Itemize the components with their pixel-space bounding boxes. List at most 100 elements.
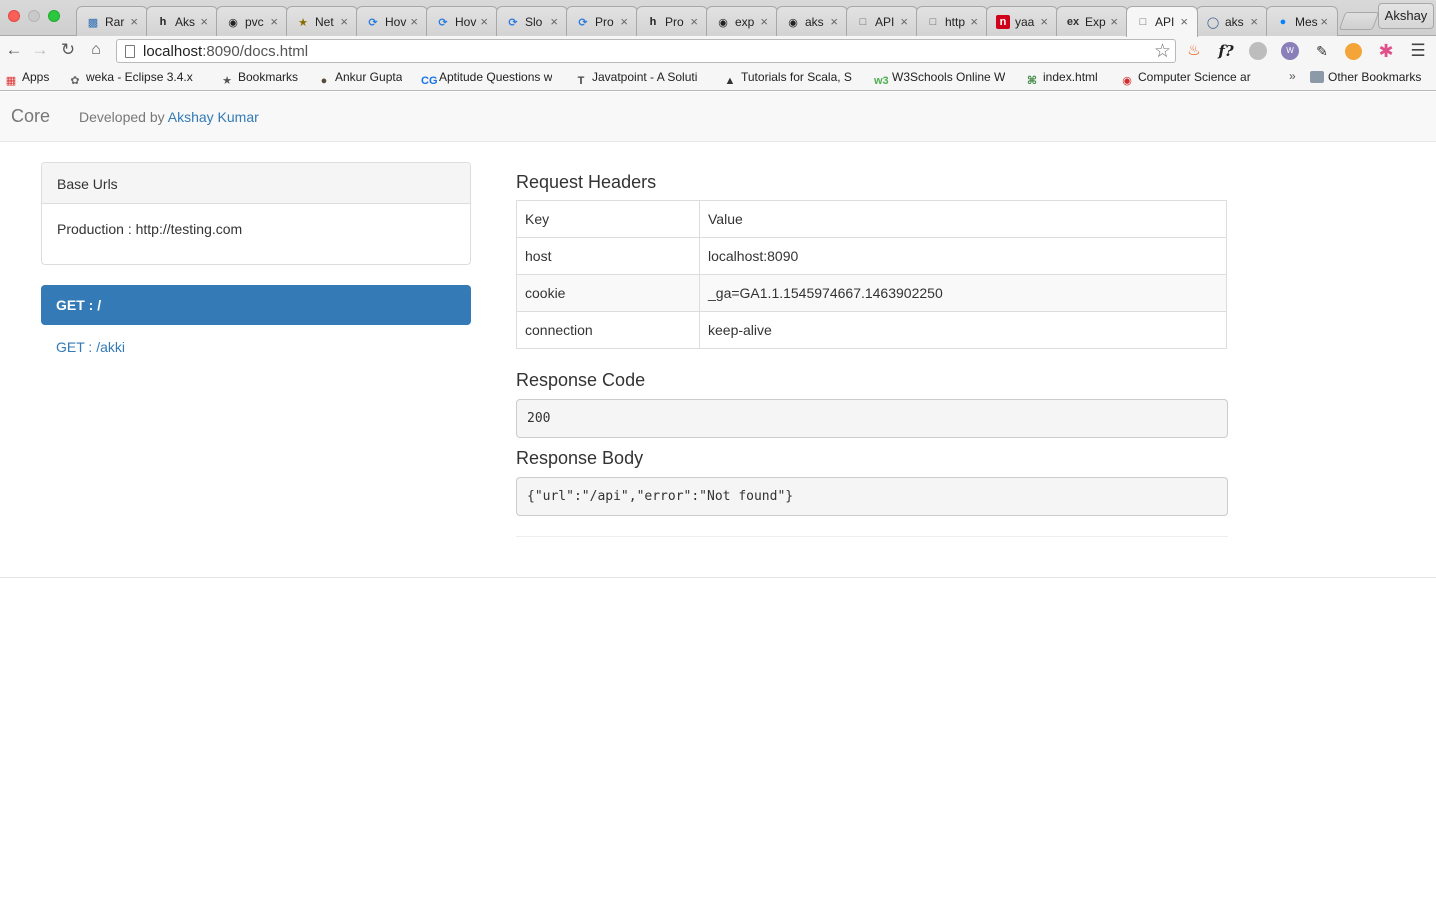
zoom-window-button[interactable] [48, 10, 60, 22]
browser-tab[interactable]: ex Exp × [1056, 6, 1128, 36]
browser-tab[interactable]: ◉ aks × [776, 6, 848, 36]
browser-tab[interactable]: ◉ pvc × [216, 6, 288, 36]
close-tab-icon[interactable]: × [1250, 14, 1258, 29]
browser-tab[interactable]: h Pro × [636, 6, 708, 36]
ws-extension-icon[interactable]: W [1281, 42, 1299, 60]
close-window-button[interactable] [8, 10, 20, 22]
request-headers-title: Request Headers [516, 172, 657, 192]
bookmark-item[interactable]: w3 W3Schools Online W [874, 70, 1005, 88]
close-tab-icon[interactable]: × [130, 14, 138, 29]
close-tab-icon[interactable]: × [1110, 14, 1118, 29]
production-url: Production : http://testing.com [57, 221, 243, 237]
route-get-root[interactable]: GET : / [41, 285, 471, 325]
browser-tab[interactable]: ◯ aks × [1196, 6, 1268, 36]
brand-link[interactable]: Core [11, 106, 50, 127]
t-icon: T [577, 75, 585, 87]
bookmark-item[interactable]: T Javatpoint - A Soluti [574, 70, 698, 88]
messenger-icon: ● [1279, 16, 1287, 28]
bookmark-item[interactable]: ▲ Tutorials for Scala, S [723, 70, 852, 88]
close-tab-icon[interactable]: × [830, 14, 838, 29]
folder-icon [1310, 71, 1324, 83]
fire-extension-icon[interactable]: ♨ [1184, 41, 1204, 61]
bookmark-label: Aptitude Questions w [439, 70, 553, 84]
close-tab-icon[interactable]: × [340, 14, 348, 29]
header-key: cookie [516, 274, 700, 312]
browser-toolbar: ← → ↻ ⌂ localhost:8090/docs.html ☆ ♨ f? … [0, 36, 1436, 65]
request-headers-table: Key Value host localhost:8090 cookie _ga… [516, 200, 1227, 349]
bookmark-item[interactable]: ⌘ index.html [1025, 70, 1098, 88]
other-bookmarks[interactable]: Other Bookmarks [1310, 70, 1421, 84]
address-url[interactable]: localhost:8090/docs.html [143, 43, 308, 60]
browser-tab[interactable]: ⟳ Pro × [566, 6, 638, 36]
address-bar[interactable]: localhost:8090/docs.html ☆ [116, 39, 1176, 63]
tab-label: http [945, 15, 966, 29]
tab-label: pvc [245, 15, 264, 29]
author-link[interactable]: Akshay Kumar [168, 109, 259, 125]
new-tab-button[interactable] [1338, 12, 1380, 30]
profile-button[interactable]: Akshay [1378, 3, 1434, 29]
bookmark-item[interactable]: ✿ weka - Eclipse 3.4.x [68, 70, 192, 88]
browser-tab[interactable]: ⟳ Hov × [356, 6, 428, 36]
table-row: connection keep-alive [516, 311, 1227, 349]
bookmark-item[interactable]: ★ Bookmarks [220, 70, 298, 88]
close-tab-icon[interactable]: × [620, 14, 628, 29]
formula-extension-icon[interactable]: f? [1216, 41, 1236, 61]
bookmarks-overflow-chevron[interactable]: » [1289, 69, 1296, 83]
forward-arrow-icon[interactable]: → [30, 40, 50, 60]
close-tab-icon[interactable]: × [760, 14, 768, 29]
browser-tab[interactable]: ⟳ Slo × [496, 6, 568, 36]
browser-tab[interactable]: ★ Net × [286, 6, 358, 36]
red-square-icon: n [996, 15, 1010, 29]
browser-tab[interactable]: ⟳ Hov × [426, 6, 498, 36]
close-tab-icon[interactable]: × [550, 14, 558, 29]
bookmark-item[interactable]: CG Aptitude Questions w [421, 70, 552, 88]
browser-tab[interactable]: ▩ Rar × [76, 6, 148, 36]
tutorials-icon: ▲ [724, 75, 736, 87]
browser-tab[interactable]: ◉ exp × [706, 6, 778, 36]
browser-tab[interactable]: □ API × [1126, 6, 1198, 37]
base-urls-panel: Base Urls Production : http://testing.co… [41, 162, 471, 265]
bookmark-item[interactable]: ▦ Apps [4, 70, 50, 88]
back-arrow-icon[interactable]: ← [4, 40, 24, 60]
close-tab-icon[interactable]: × [410, 14, 418, 29]
close-tab-icon[interactable]: × [1180, 14, 1188, 29]
home-icon[interactable]: ⌂ [86, 40, 106, 60]
cookie-extension-icon[interactable] [1345, 43, 1362, 60]
bookmark-label: W3Schools Online W [892, 70, 1006, 84]
close-tab-icon[interactable]: × [1320, 14, 1328, 29]
bookmarks-bar: ▦ Apps ✿ weka - Eclipse 3.4.x ★ Bookmarks ● Ank… [0, 65, 1436, 91]
apps-grid-icon: ▦ [5, 75, 17, 87]
url-host: localhost [143, 43, 203, 60]
close-tab-icon[interactable]: × [270, 14, 278, 29]
bookmark-star-icon[interactable]: ☆ [1154, 40, 1171, 63]
browser-tab[interactable]: n yaa × [986, 6, 1058, 36]
bookmark-item[interactable]: ◉ Computer Science ar [1120, 70, 1251, 88]
close-tab-icon[interactable]: × [1040, 14, 1048, 29]
url-path: :8090/docs.html [202, 43, 309, 60]
bookmark-item[interactable]: ● Ankur Gupta [317, 70, 403, 88]
tab-label: yaa [1015, 15, 1035, 29]
browser-tab[interactable]: ● Mes × [1266, 6, 1338, 36]
browser-tab[interactable]: h Aks × [146, 6, 218, 36]
table-row: host localhost:8090 [516, 237, 1227, 275]
bookmark-label: Tutorials for Scala, S [741, 70, 852, 84]
minimize-window-button[interactable] [28, 10, 40, 22]
browser-tab[interactable]: □ http × [916, 6, 988, 36]
close-tab-icon[interactable]: × [970, 14, 978, 29]
menu-icon[interactable]: ☰ [1408, 41, 1428, 61]
route-get-akki[interactable]: GET : /akki [56, 339, 125, 355]
reader-extension-icon[interactable]: ✎ [1312, 41, 1332, 61]
reload-icon[interactable]: ↻ [58, 40, 78, 60]
tab-label: Rar [105, 15, 125, 29]
footer-divider [0, 577, 1436, 578]
asterisk-extension-icon[interactable]: ✱ [1376, 41, 1396, 61]
browser-tab[interactable]: □ API × [846, 6, 918, 36]
avatar-icon: ● [320, 75, 328, 87]
github-icon: ◉ [788, 16, 798, 29]
close-tab-icon[interactable]: × [200, 14, 208, 29]
close-tab-icon[interactable]: × [480, 14, 488, 29]
close-tab-icon[interactable]: × [900, 14, 908, 29]
grey-extension-icon[interactable] [1249, 42, 1267, 60]
page-icon: □ [1139, 16, 1147, 28]
close-tab-icon[interactable]: × [690, 14, 698, 29]
